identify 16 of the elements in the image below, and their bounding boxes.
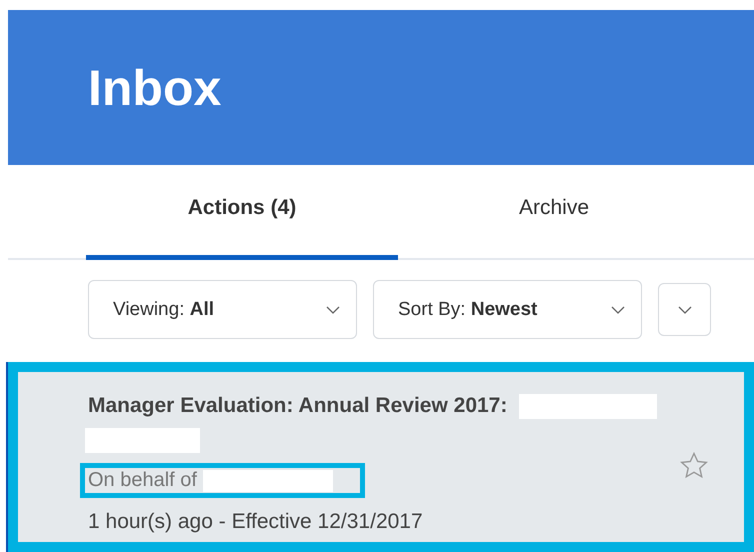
page-title: Inbox (88, 58, 222, 116)
star-icon[interactable] (680, 452, 708, 479)
tab[interactable]: Archive (398, 165, 710, 260)
chevron-down-icon (678, 306, 692, 314)
chevron-down-icon (326, 306, 340, 314)
filter-dropdown[interactable]: Sort By: Newest (373, 280, 642, 339)
inbox-item[interactable]: Manager Evaluation: Annual Review 2017: On behalf of 1 hour(s) ago - Effective 12/31/2017 (8, 362, 754, 552)
chevron-down-icon (611, 306, 625, 314)
on-behalf-text: On behalf of (88, 469, 197, 492)
filter-dropdown[interactable]: Viewing: All (88, 280, 357, 339)
item-title: Manager Evaluation: Annual Review 2017: (88, 393, 508, 419)
item-timestamp: 1 hour(s) ago - Effective 12/31/2017 (88, 510, 424, 534)
more-dropdown[interactable] (658, 283, 711, 336)
dropdown-label: Viewing: All (113, 298, 214, 320)
dropdown-label: Sort By: Newest (398, 298, 538, 320)
tab[interactable]: Actions (4) (86, 165, 398, 260)
